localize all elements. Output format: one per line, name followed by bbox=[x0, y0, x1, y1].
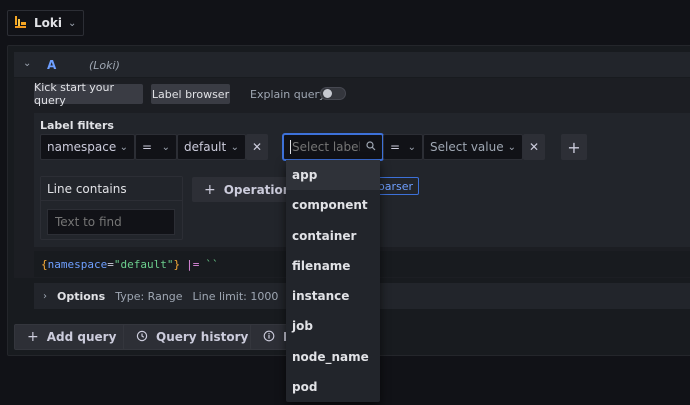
history-icon bbox=[136, 330, 148, 345]
chevron-down-icon: ⌄ bbox=[230, 141, 239, 153]
label-select-1[interactable]: namespace ⌄ bbox=[40, 134, 135, 160]
code-label-key: namespace bbox=[47, 257, 108, 271]
code-label-value: "default" bbox=[113, 257, 174, 271]
label-option-container[interactable]: container bbox=[286, 221, 380, 251]
parser-hint-label: parser bbox=[377, 179, 413, 193]
label-option-component[interactable]: component bbox=[286, 190, 380, 220]
chevron-down-icon: ⌄ bbox=[407, 141, 416, 153]
chevron-down-icon: ⌄ bbox=[67, 17, 77, 29]
loki-logo-icon bbox=[14, 14, 28, 33]
datasource-tag: (Loki) bbox=[89, 59, 120, 72]
value-select-2[interactable]: Select value ⌄ bbox=[423, 134, 523, 160]
chevron-down-icon: ⌄ bbox=[119, 141, 128, 153]
plus-icon: + bbox=[567, 137, 581, 157]
search-icon bbox=[366, 140, 376, 154]
label-select-2[interactable] bbox=[283, 134, 383, 160]
label-option-instance[interactable]: instance bbox=[286, 281, 380, 311]
plus-icon: + bbox=[204, 181, 216, 198]
info-icon bbox=[263, 330, 275, 345]
value-select-placeholder: Select value bbox=[430, 140, 504, 154]
explain-query-label: Explain query bbox=[250, 88, 326, 101]
kick-start-button[interactable]: Kick start your query bbox=[34, 81, 143, 107]
code-pipe-operator: |= bbox=[186, 257, 200, 271]
query-history-button[interactable]: Query history bbox=[123, 324, 262, 350]
code-brace: } bbox=[173, 257, 181, 271]
value-select-value: default bbox=[184, 140, 227, 154]
add-query-button[interactable]: + Add query bbox=[14, 324, 130, 350]
datasource-picker[interactable]: Loki ⌄ bbox=[7, 10, 84, 36]
code-brace: { bbox=[41, 257, 48, 271]
label-option-job[interactable]: job bbox=[286, 311, 380, 341]
options-title: Options bbox=[57, 289, 106, 303]
plus-icon: + bbox=[27, 329, 39, 345]
code-string: `` bbox=[205, 257, 219, 271]
chevron-down-icon: ⌄ bbox=[161, 141, 170, 153]
add-query-label: Add query bbox=[46, 330, 117, 344]
operator-value: = bbox=[142, 140, 153, 154]
line-contains-operation: Line contains bbox=[40, 176, 183, 240]
label-select-value: namespace bbox=[47, 140, 117, 154]
query-ref-id[interactable]: A bbox=[47, 58, 56, 72]
add-filter-button[interactable]: + bbox=[561, 134, 587, 160]
explain-query-toggle[interactable] bbox=[320, 87, 346, 100]
line-contains-input[interactable] bbox=[47, 209, 175, 235]
label-browser-button[interactable]: Label browser bbox=[151, 84, 230, 104]
label-option-pod[interactable]: pod bbox=[286, 372, 380, 402]
options-line-limit: Line limit: 1000 bbox=[192, 289, 279, 303]
code-operator: = bbox=[107, 257, 114, 271]
datasource-name: Loki bbox=[34, 16, 62, 30]
operator-value: = bbox=[390, 140, 401, 154]
label-option-app[interactable]: app bbox=[286, 160, 380, 191]
close-icon: ✕ bbox=[528, 140, 540, 154]
remove-filter-2-button[interactable]: ✕ bbox=[523, 134, 545, 160]
label-filters-title: Label filters bbox=[40, 119, 114, 132]
operations-button[interactable]: + Operations bbox=[192, 177, 298, 202]
chevron-right-icon: › bbox=[43, 290, 47, 302]
label-options-menu: app component container filename instance job… bbox=[286, 160, 380, 402]
label-option-node_name[interactable]: node_name bbox=[286, 342, 380, 372]
label-option-filename[interactable]: filename bbox=[286, 251, 380, 281]
operator-select-2[interactable]: = ⌄ bbox=[383, 134, 423, 160]
options-type: Type: Range bbox=[115, 289, 183, 303]
line-contains-title: Line contains bbox=[47, 181, 127, 196]
remove-filter-1-button[interactable]: ✕ bbox=[246, 134, 268, 160]
operator-select-1[interactable]: = ⌄ bbox=[135, 134, 177, 160]
query-inspector-button[interactable]: I bbox=[250, 324, 290, 350]
close-icon: ✕ bbox=[251, 140, 263, 154]
chevron-down-icon: ⌄ bbox=[507, 141, 516, 153]
label-search-input[interactable] bbox=[290, 140, 360, 154]
query-history-label: Query history bbox=[156, 330, 249, 344]
value-select-1[interactable]: default ⌄ bbox=[177, 134, 246, 160]
collapse-chevron-icon[interactable]: ⌄ bbox=[23, 58, 31, 69]
